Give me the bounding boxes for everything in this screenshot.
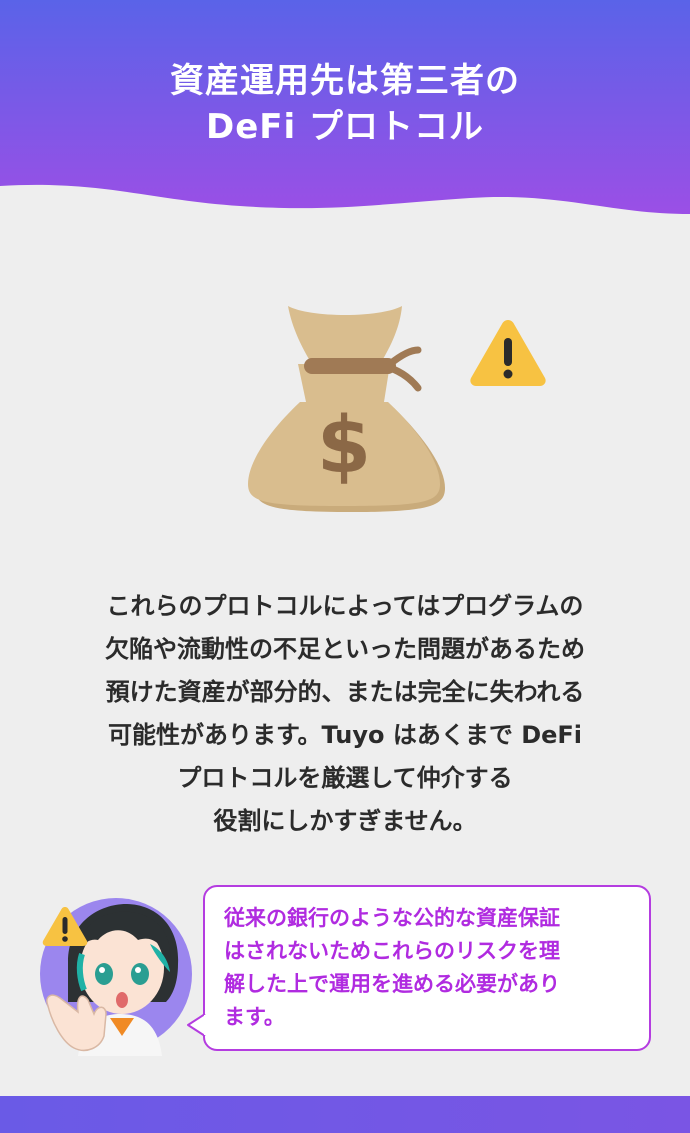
description-line: 預けた資産が部分的、または完全に失われる xyxy=(105,678,585,706)
description-line: 可能性があります。Tuyo はあくまで DeFi xyxy=(107,721,583,749)
speech-line: 解した上で運用を進める必要があり xyxy=(224,972,560,996)
description-line: 役割にしかすぎません。 xyxy=(213,807,477,835)
title-line-2: DeFi プロトコル xyxy=(206,107,484,147)
footer-bar xyxy=(0,1096,690,1133)
small-warning-icon xyxy=(42,907,88,946)
dollar-sign-icon: $ xyxy=(317,401,371,491)
warning-triangle-icon xyxy=(470,320,546,386)
money-bag-icon: $ xyxy=(248,306,445,512)
risk-description: これらのプロトコルによってはプログラムの 欠陥や流動性の不足といった問題があるた… xyxy=(40,585,650,843)
speech-text: 従来の銀行のような公的な資産保証 はされないためこれらのリスクを理 解した上で運… xyxy=(224,902,634,1034)
description-line: これらのプロトコルによってはプログラムの xyxy=(106,592,584,620)
speech-line: 従来の銀行のような公的な資産保証 xyxy=(224,906,560,930)
description-line: 欠陥や流動性の不足といった問題があるため xyxy=(105,635,585,663)
title-line-1: 資産運用先は第三者の xyxy=(170,61,520,101)
description-line: プロトコルを厳選して仲介する xyxy=(177,764,513,792)
speech-line: ます。 xyxy=(224,1005,285,1029)
speech-line: はされないためこれらのリスクを理 xyxy=(224,939,560,963)
page-title: 資産運用先は第三者の DeFi プロトコル xyxy=(0,58,690,150)
header-banner: 資産運用先は第三者の DeFi プロトコル xyxy=(0,0,690,230)
speech-bubble-tail xyxy=(187,1013,208,1037)
